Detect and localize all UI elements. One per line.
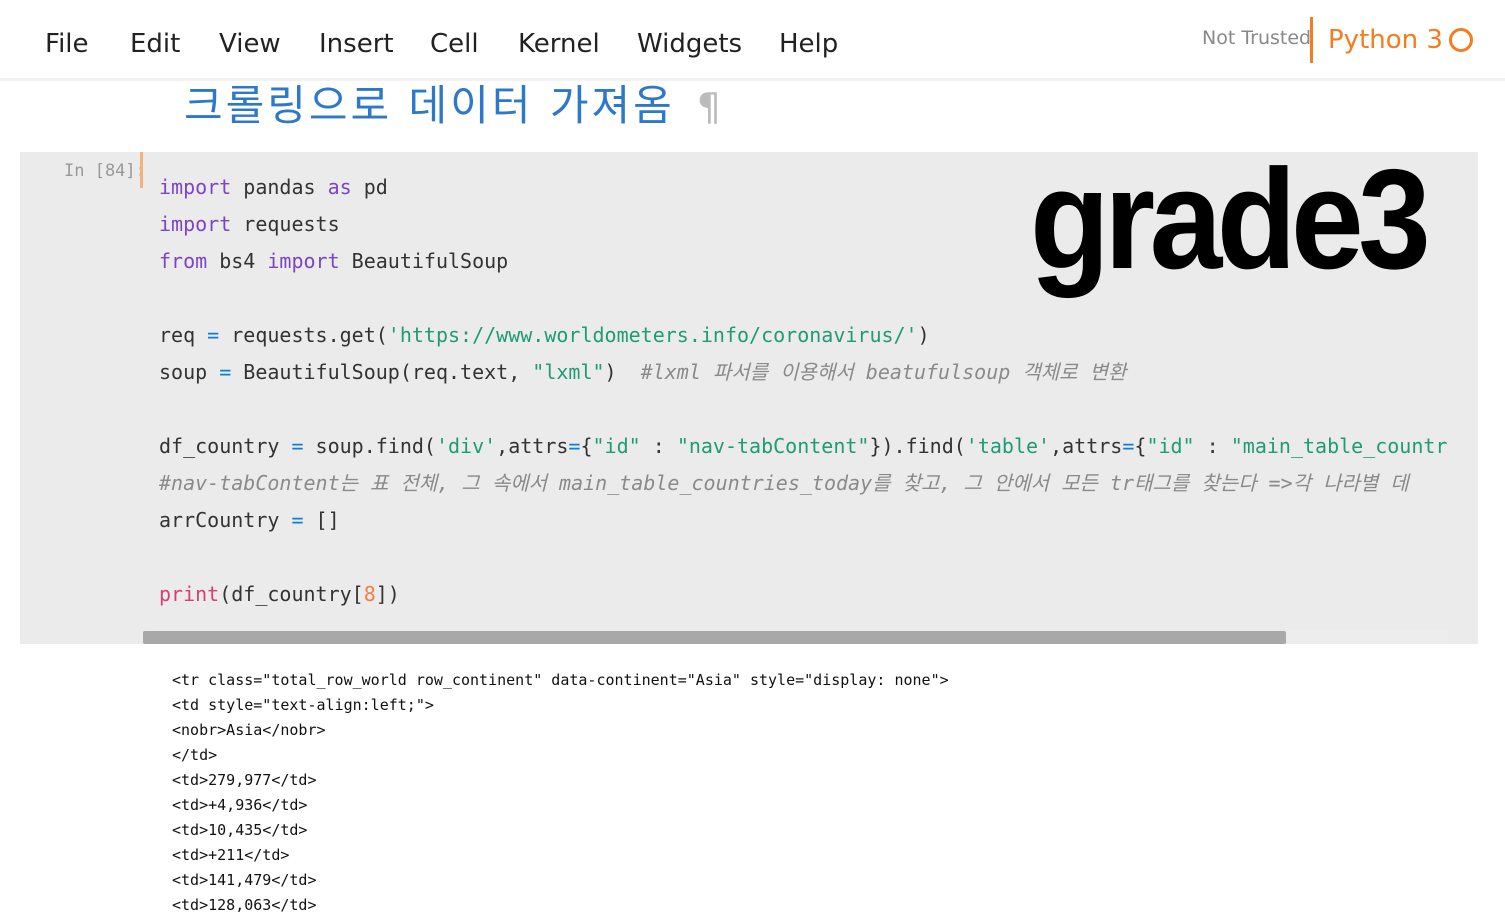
code-token: pandas [231,175,328,199]
menu-widgets[interactable]: Widgets [637,27,742,61]
code-token: req [159,323,208,347]
code-token: { [1134,434,1147,458]
menubar: File Edit View Insert Cell Kernel Widget… [0,0,1505,81]
code-token: import [159,212,232,236]
markdown-heading: 크롤링으로 데이터 가져옴 ¶ [184,80,724,133]
output-line: <td>279,977</td> [172,771,317,789]
code-token: requests [231,212,340,236]
heading-anchor-link[interactable]: ¶ [697,85,724,129]
code-token: "id" [592,434,641,458]
code-token: = [219,360,232,384]
code-token: #lxml 파서를 이용해서 beatufulsoup 객체로 변환 [640,360,1127,384]
code-token: print [159,582,220,606]
code-token: = [1122,434,1135,458]
cell-output: <tr class="total_row_world row_continent… [172,668,1472,918]
code-token: : [640,434,677,458]
code-token: "nav-tabContent" [676,434,870,458]
code-token: [] [303,508,340,532]
not-trusted-indicator[interactable]: Not Trusted [1202,26,1311,50]
code-token: = [291,434,304,458]
output-line: <td>128,063</td> [172,896,317,914]
code-token: 8 [363,582,376,606]
code-line: df_country = soup.find('div',attrs={"id"… [159,433,1448,459]
menu-view[interactable]: View [219,27,281,61]
code-token: df_country [159,434,292,458]
code-token: "id" [1146,434,1195,458]
code-token: ,attrs [1050,434,1123,458]
code-token: ]) [375,582,400,606]
code-token: = [207,323,220,347]
code-token: import [267,249,340,273]
code-token: soup [159,360,220,384]
code-line: arrCountry = [] [159,507,340,533]
output-line: <td style="text-align:left;"> [172,696,434,714]
code-token: #nav-tabContent는 표 전체, 그 속에서 main_table_… [159,471,1409,495]
watermark-text: grade3 [1030,140,1431,299]
code-token: = [568,434,581,458]
output-line: <tr class="total_row_world row_continent… [172,671,949,689]
code-token: from [159,249,208,273]
kernel-separator [1310,17,1313,63]
code-token: (df_country[ [219,582,364,606]
code-token: "lxml" [532,360,605,384]
menu-cell[interactable]: Cell [430,27,479,61]
code-line: req = requests.get('https://www.worldome… [159,322,930,348]
code-token: }).find( [869,434,966,458]
menu-kernel[interactable]: Kernel [518,27,600,61]
code-line: print(df_country[8]) [159,581,400,607]
output-line: <td>141,479</td> [172,871,317,889]
code-token: ,attrs [496,434,569,458]
output-line: </td> [172,746,218,764]
code-token: arrCountry [159,508,292,532]
code-line: import requests [159,211,340,237]
code-token: pd [351,175,388,199]
horizontal-scrollbar-thumb[interactable] [143,631,1286,644]
kernel-name[interactable]: Python 3 [1328,23,1443,57]
code-line: import pandas as pd [159,174,388,200]
code-token: requests.get( [219,323,388,347]
code-token: "main_table_countries_today" [1230,434,1448,458]
output-line: <td>10,435</td> [172,821,308,839]
menu-edit[interactable]: Edit [130,27,180,61]
menu-file[interactable]: File [45,27,89,61]
code-token: { [580,434,593,458]
code-token: as [327,175,352,199]
code-token: = [291,508,304,532]
output-line: <td>+211</td> [172,846,290,864]
cell-prompt: In [84]: [64,161,146,181]
menu-insert[interactable]: Insert [319,27,394,61]
code-token: : [1194,434,1231,458]
menu-help[interactable]: Help [779,27,838,61]
output-line: <nobr>Asia</nobr> [172,721,326,739]
code-token: 'div' [435,434,497,458]
heading-text: 크롤링으로 데이터 가져옴 [184,81,675,130]
code-token: ) [917,323,930,347]
code-line: from bs4 import BeautifulSoup [159,248,508,274]
code-token: 'table' [965,434,1051,458]
code-token: soup.find( [303,434,436,458]
code-token: ) [604,360,641,384]
code-token: bs4 [207,249,268,273]
code-token: BeautifulSoup [339,249,509,273]
code-token: 'https://www.worldometers.info/coronavir… [387,323,918,347]
code-token: import [159,175,232,199]
output-line: <td>+4,936</td> [172,796,308,814]
kernel-idle-circle-icon [1449,28,1473,52]
code-token: BeautifulSoup(req.text, [231,360,533,384]
code-line: soup = BeautifulSoup(req.text, "lxml") #… [159,359,1126,385]
code-line: #nav-tabContent는 표 전체, 그 속에서 main_table_… [159,470,1409,496]
